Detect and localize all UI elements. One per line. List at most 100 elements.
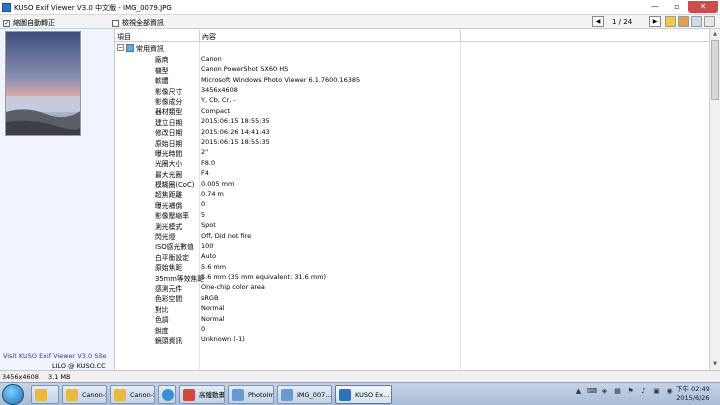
- header-separator[interactable]: [460, 31, 461, 42]
- header-separator[interactable]: [199, 31, 200, 42]
- table-row[interactable]: 模糊圈(CoC) 0.005 mm: [115, 178, 711, 190]
- taskbar-item[interactable]: 高鐵動畫...: [179, 385, 225, 404]
- row-value: 2": [201, 148, 209, 157]
- prev-image-button[interactable]: ◀: [592, 16, 604, 27]
- table-row[interactable]: 影像成分 Y, Cb, Cr, -: [115, 95, 711, 106]
- collapse-toggle-icon[interactable]: −: [117, 44, 124, 51]
- table-row[interactable]: 器材類型 Compact: [115, 105, 711, 117]
- table-row[interactable]: 感測元件 One-chip color area: [115, 282, 711, 293]
- app-icon: [183, 389, 195, 401]
- clock-date: 2015/6/26: [676, 394, 710, 402]
- table-row[interactable]: 光圈大小 F8.0: [115, 157, 711, 169]
- folder-icon: [114, 389, 126, 401]
- row-value: One-chip color area: [201, 283, 265, 292]
- settings-icon[interactable]: [704, 16, 715, 27]
- seascape-thumbnail-image: [6, 32, 80, 135]
- grid-body: − 常用資訊 廠商 Canon 機型 Canon PowerShot SX60 HS…: [115, 43, 711, 345]
- table-row[interactable]: 機型 Canon PowerShot SX60 HS: [115, 64, 711, 75]
- table-row[interactable]: 影像壓縮率 5: [115, 209, 711, 221]
- taskbar-item[interactable]: [31, 385, 59, 404]
- clock-time: 下午 02:49: [676, 385, 710, 393]
- row-value: 0: [201, 325, 206, 334]
- table-row[interactable]: 原始焦距 5.6 mm: [115, 261, 711, 273]
- start-button[interactable]: [2, 384, 24, 405]
- chevron-up-icon[interactable]: ▲: [574, 387, 583, 396]
- title-bar: KUSO Exif Viewer V3.0 中文版 - IMG_0079.JPG…: [0, 0, 720, 15]
- photo-icon: [281, 389, 293, 401]
- power-icon[interactable]: ◉: [665, 387, 674, 396]
- taskbar-clock[interactable]: 下午 02:49 2015/6/26: [676, 385, 710, 403]
- auto-rotate-label: 縮圖自動轉正: [13, 19, 55, 27]
- row-value: 0.74 m: [201, 189, 224, 198]
- table-row[interactable]: 曝光時間 2": [115, 147, 711, 158]
- photo-icon: [232, 389, 244, 401]
- group-folder-icon: [126, 44, 134, 52]
- table-row[interactable]: 廠商 Canon: [115, 53, 711, 65]
- table-row[interactable]: 對比 Normal: [115, 303, 711, 314]
- printer-icon[interactable]: ▣: [652, 387, 661, 396]
- image-thumbnail[interactable]: [5, 31, 81, 136]
- close-button[interactable]: ✕: [688, 1, 718, 13]
- row-value: Compact: [201, 106, 231, 115]
- next-image-button[interactable]: ▶: [649, 16, 661, 27]
- keyboard-icon[interactable]: ⌨: [587, 387, 597, 396]
- header-item[interactable]: 項目: [117, 32, 131, 42]
- row-value: Canon PowerShot SX60 HS: [201, 65, 289, 74]
- minimize-button[interactable]: —: [644, 1, 666, 13]
- table-row[interactable]: 影像尺寸 3456x4608: [115, 85, 711, 96]
- table-row[interactable]: ISO感光數值 100: [115, 240, 711, 252]
- ie-icon: [162, 389, 174, 401]
- network-icon[interactable]: ▦: [613, 387, 622, 396]
- maximize-button[interactable]: ▫: [666, 1, 688, 13]
- table-row[interactable]: 測光模式 Spot: [115, 220, 711, 231]
- table-row[interactable]: 35mm等效焦距 5.6 mm (35 mm equivalent: 31.6 m…: [115, 272, 711, 283]
- group-row-common[interactable]: − 常用資訊: [115, 43, 711, 53]
- taskbar-item-label: KUSO Ex...: [355, 391, 390, 399]
- taskbar-item[interactable]: IMG_007...: [277, 385, 332, 404]
- security-icon[interactable]: ◈: [600, 387, 609, 396]
- table-row[interactable]: 閃光燈 Off, Did not fire: [115, 230, 711, 242]
- row-value: 0.005 mm: [201, 179, 235, 188]
- header-content[interactable]: 內容: [202, 32, 216, 42]
- table-row[interactable]: 色彩空間 sRGB: [115, 292, 711, 304]
- flag-icon[interactable]: ⚑: [626, 387, 635, 396]
- taskbar-item[interactable]: Canon-S...: [62, 385, 107, 404]
- taskbar-item[interactable]: Canon-S...: [110, 385, 155, 404]
- table-row[interactable]: 銳度 0: [115, 324, 711, 335]
- scroll-down-icon[interactable]: ▼: [710, 359, 720, 369]
- table-row[interactable]: 修改日期 2015:06:26 14:41:43: [115, 126, 711, 138]
- taskbar-item[interactable]: PhotoIm...: [228, 385, 274, 404]
- credit-text: LILO @ KUSO.CC: [52, 362, 106, 370]
- table-row[interactable]: 軟體 Microsoft Windows Photo Viewer 6.1.760…: [115, 74, 711, 86]
- taskbar-item-label: PhotoIm...: [248, 391, 274, 399]
- show-all-checkbox[interactable]: 檢視全部資訊: [112, 18, 164, 28]
- status-filesize: 3.1 MB: [48, 373, 71, 381]
- row-value: Auto: [201, 252, 217, 261]
- scrollbar-thumb[interactable]: [711, 40, 719, 100]
- auto-rotate-checkbox[interactable]: ✓ 縮圖自動轉正: [3, 18, 55, 28]
- visit-site-link[interactable]: Visit KUSO Exif Viewer V3.0 Site: [3, 352, 107, 360]
- table-row[interactable]: 超焦距離 0.74 m: [115, 188, 711, 200]
- toolbar: ✓ 縮圖自動轉正 檢視全部資訊 ◀ 1 / 24 ▶: [0, 15, 720, 29]
- table-row[interactable]: 原始日期 2015:06:15 18:55:35: [115, 137, 711, 148]
- vertical-scrollbar[interactable]: ▲ ▼: [709, 29, 720, 370]
- volume-icon[interactable]: ♪: [639, 387, 648, 396]
- folder-icon: [35, 389, 47, 401]
- table-row[interactable]: 白平衡設定 Auto: [115, 251, 711, 262]
- taskbar-item-active[interactable]: KUSO Ex...: [335, 385, 392, 404]
- copy-icon[interactable]: [691, 16, 702, 27]
- table-row[interactable]: 鏡頭資訊 Unknown (-1): [115, 334, 711, 345]
- table-row[interactable]: 曝光補償 0: [115, 199, 711, 210]
- open-folder-icon[interactable]: [665, 16, 676, 27]
- table-row[interactable]: 色調 Normal: [115, 313, 711, 325]
- table-row[interactable]: 最大光圈 F4: [115, 168, 711, 179]
- row-value: Canon: [201, 54, 222, 63]
- taskbar-item-label: Canon-S...: [82, 391, 106, 399]
- row-value: Y, Cb, Cr, -: [201, 96, 236, 105]
- row-value: F4: [201, 169, 209, 178]
- row-value: Normal: [201, 314, 225, 323]
- scroll-up-icon[interactable]: ▲: [710, 29, 720, 39]
- export-icon[interactable]: [678, 16, 689, 27]
- taskbar-item[interactable]: [158, 385, 176, 404]
- table-row[interactable]: 建立日期 2015:06:15 18:55:35: [115, 116, 711, 127]
